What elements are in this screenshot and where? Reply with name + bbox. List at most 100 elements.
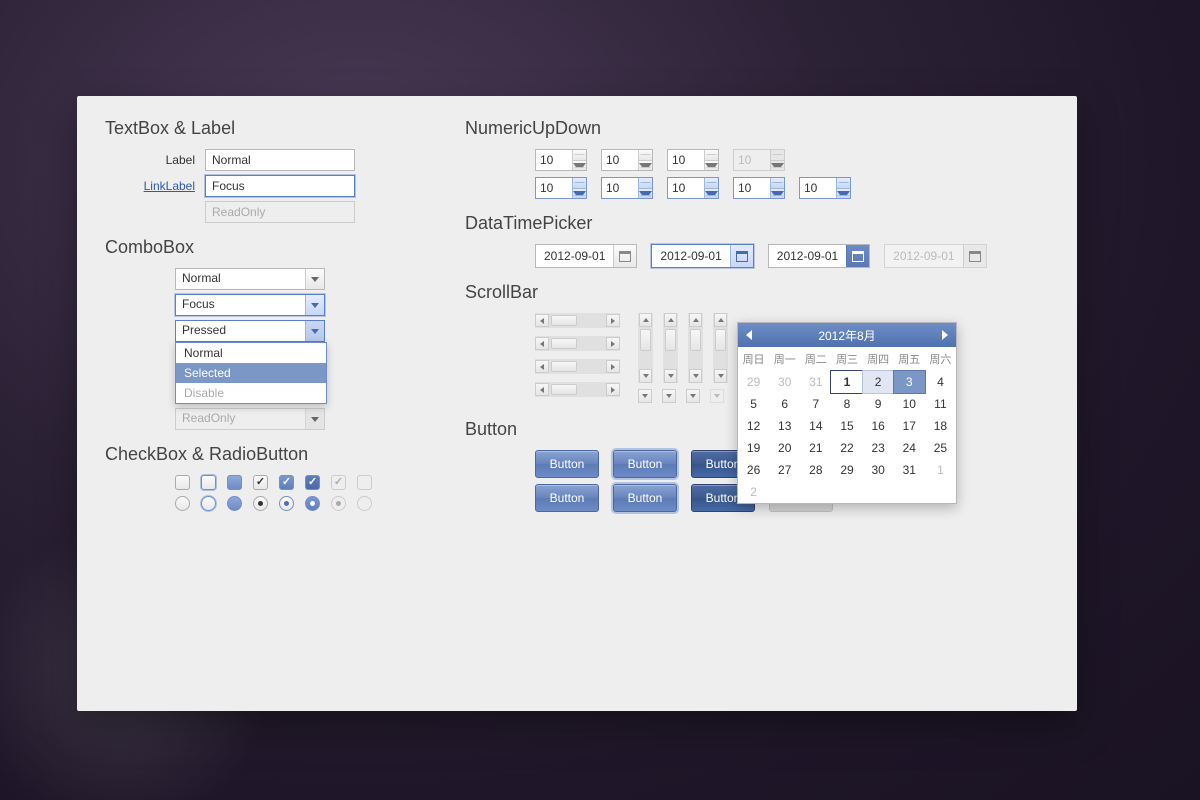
combo-dropdown[interactable]: Normal Selected Disable bbox=[175, 342, 327, 404]
calendar-day[interactable]: 24 bbox=[894, 437, 925, 459]
calendar-day[interactable]: 30 bbox=[863, 459, 894, 481]
combo-focus-button[interactable] bbox=[305, 295, 324, 315]
radio-checked[interactable] bbox=[253, 496, 268, 511]
checkbox-focus[interactable] bbox=[201, 475, 216, 490]
radio-checked-focus[interactable] bbox=[279, 496, 294, 511]
calendar-day[interactable]: 31 bbox=[800, 371, 831, 393]
calendar-day[interactable]: 7 bbox=[800, 393, 831, 415]
radio-checked-pressed[interactable] bbox=[305, 496, 320, 511]
scroll-down-btn[interactable] bbox=[686, 389, 700, 403]
calendar-day[interactable]: 2 bbox=[738, 481, 769, 503]
textbox-focus[interactable] bbox=[205, 175, 355, 197]
scroll-right-icon[interactable] bbox=[606, 314, 620, 327]
numeric-focus-4[interactable]: 10 bbox=[733, 177, 785, 199]
scrollbar-v-4[interactable] bbox=[713, 313, 728, 383]
scrollbar-h-2[interactable] bbox=[535, 336, 620, 351]
calendar-day[interactable]: 8 bbox=[831, 393, 862, 415]
calendar-day[interactable]: 19 bbox=[738, 437, 769, 459]
calendar-day[interactable]: 25 bbox=[925, 437, 956, 459]
linklabel[interactable]: LinkLabel bbox=[144, 179, 195, 193]
calendar-day[interactable]: 29 bbox=[831, 459, 862, 481]
scroll-down-icon[interactable] bbox=[639, 369, 652, 383]
calendar-day[interactable]: 23 bbox=[863, 437, 894, 459]
button-focus-2[interactable]: Button bbox=[613, 484, 677, 512]
combo-focus[interactable]: Focus bbox=[175, 294, 325, 316]
calendar-day[interactable]: 2 bbox=[862, 370, 895, 394]
calendar-day[interactable]: 10 bbox=[894, 393, 925, 415]
combo-pressed-button[interactable] bbox=[305, 321, 324, 341]
textbox-heading: TextBox & Label bbox=[105, 118, 425, 139]
calendar-day[interactable]: 6 bbox=[769, 393, 800, 415]
scrollbar-v-1[interactable] bbox=[638, 313, 653, 383]
calendar-day[interactable]: 22 bbox=[831, 437, 862, 459]
checkbox-checked[interactable] bbox=[253, 475, 268, 490]
calendar-button[interactable] bbox=[613, 245, 636, 267]
numeric-focus-3[interactable]: 10 bbox=[667, 177, 719, 199]
scroll-up-icon[interactable] bbox=[639, 313, 652, 327]
scrollbar-h-4[interactable] bbox=[535, 382, 620, 397]
datepicker-normal[interactable]: 2012-09-01 bbox=[535, 244, 637, 268]
textbox-normal[interactable] bbox=[205, 149, 355, 171]
scroll-thumb[interactable] bbox=[551, 315, 577, 326]
calendar-day[interactable]: 9 bbox=[863, 393, 894, 415]
numeric-focus-2[interactable]: 10 bbox=[601, 177, 653, 199]
calendar-next-icon[interactable] bbox=[942, 330, 948, 340]
scrollbar-v-2[interactable] bbox=[663, 313, 678, 383]
numeric-normal-2[interactable]: 10 bbox=[601, 149, 653, 171]
calendar-day[interactable]: 16 bbox=[863, 415, 894, 437]
calendar-day[interactable]: 31 bbox=[894, 459, 925, 481]
calendar-day[interactable]: 20 bbox=[769, 437, 800, 459]
radio-focus[interactable] bbox=[201, 496, 216, 511]
calendar-button[interactable] bbox=[730, 245, 753, 267]
calendar-day[interactable]: 14 bbox=[800, 415, 831, 437]
calendar-day[interactable]: 15 bbox=[831, 415, 862, 437]
calendar-day[interactable]: 29 bbox=[738, 371, 769, 393]
numeric-focus-1[interactable]: 10 bbox=[535, 177, 587, 199]
checkbox-checked-pressed[interactable] bbox=[305, 475, 320, 490]
calendar-prev-icon[interactable] bbox=[746, 330, 752, 340]
numeric-normal-3[interactable]: 10 bbox=[667, 149, 719, 171]
calendar-day[interactable]: 11 bbox=[925, 393, 956, 415]
button-normal[interactable]: Button bbox=[535, 450, 599, 478]
spin-up-icon[interactable] bbox=[573, 150, 586, 161]
scroll-down-btn[interactable] bbox=[662, 389, 676, 403]
calendar-day[interactable]: 1 bbox=[925, 459, 956, 481]
combo-normal-button[interactable] bbox=[305, 269, 324, 289]
calendar-popup[interactable]: 2012年8月 周日周一周二周三周四周五周六 29303112345678910… bbox=[737, 322, 957, 504]
checkbox-checked-focus[interactable] bbox=[279, 475, 294, 490]
calendar-day[interactable]: 12 bbox=[738, 415, 769, 437]
calendar-day[interactable]: 27 bbox=[769, 459, 800, 481]
radio-pressed[interactable] bbox=[227, 496, 242, 511]
scroll-down-btn[interactable] bbox=[638, 389, 652, 403]
calendar-button[interactable] bbox=[846, 245, 869, 267]
calendar-day[interactable]: 17 bbox=[894, 415, 925, 437]
calendar-day[interactable]: 18 bbox=[925, 415, 956, 437]
scrollbar-v-3[interactable] bbox=[688, 313, 703, 383]
calendar-day[interactable]: 3 bbox=[893, 370, 926, 394]
combo-normal[interactable]: Normal bbox=[175, 268, 325, 290]
numeric-normal[interactable]: 10 bbox=[535, 149, 587, 171]
numeric-focus-5[interactable]: 10 bbox=[799, 177, 851, 199]
datepicker-pressed[interactable]: 2012-09-01 bbox=[768, 244, 870, 268]
calendar-day[interactable]: 5 bbox=[738, 393, 769, 415]
calendar-day[interactable]: 28 bbox=[800, 459, 831, 481]
radio-normal[interactable] bbox=[175, 496, 190, 511]
calendar-day[interactable]: 1 bbox=[830, 370, 863, 394]
scrollbar-h-3[interactable] bbox=[535, 359, 620, 374]
calendar-day[interactable]: 13 bbox=[769, 415, 800, 437]
button-focus[interactable]: Button bbox=[613, 450, 677, 478]
checkbox-normal[interactable] bbox=[175, 475, 190, 490]
checkbox-pressed[interactable] bbox=[227, 475, 242, 490]
calendar-day[interactable]: 30 bbox=[769, 371, 800, 393]
calendar-day[interactable]: 26 bbox=[738, 459, 769, 481]
combo-option-selected[interactable]: Selected bbox=[176, 363, 326, 383]
calendar-day[interactable]: 21 bbox=[800, 437, 831, 459]
combo-option-normal[interactable]: Normal bbox=[176, 343, 326, 363]
spin-down-icon[interactable] bbox=[573, 161, 586, 171]
datepicker-focus[interactable]: 2012-09-01 bbox=[651, 244, 753, 268]
combo-pressed[interactable]: Pressed bbox=[175, 320, 325, 342]
scroll-left-icon[interactable] bbox=[535, 314, 549, 327]
button-normal-2[interactable]: Button bbox=[535, 484, 599, 512]
scrollbar-h-1[interactable] bbox=[535, 313, 620, 328]
calendar-day[interactable]: 4 bbox=[925, 371, 956, 393]
